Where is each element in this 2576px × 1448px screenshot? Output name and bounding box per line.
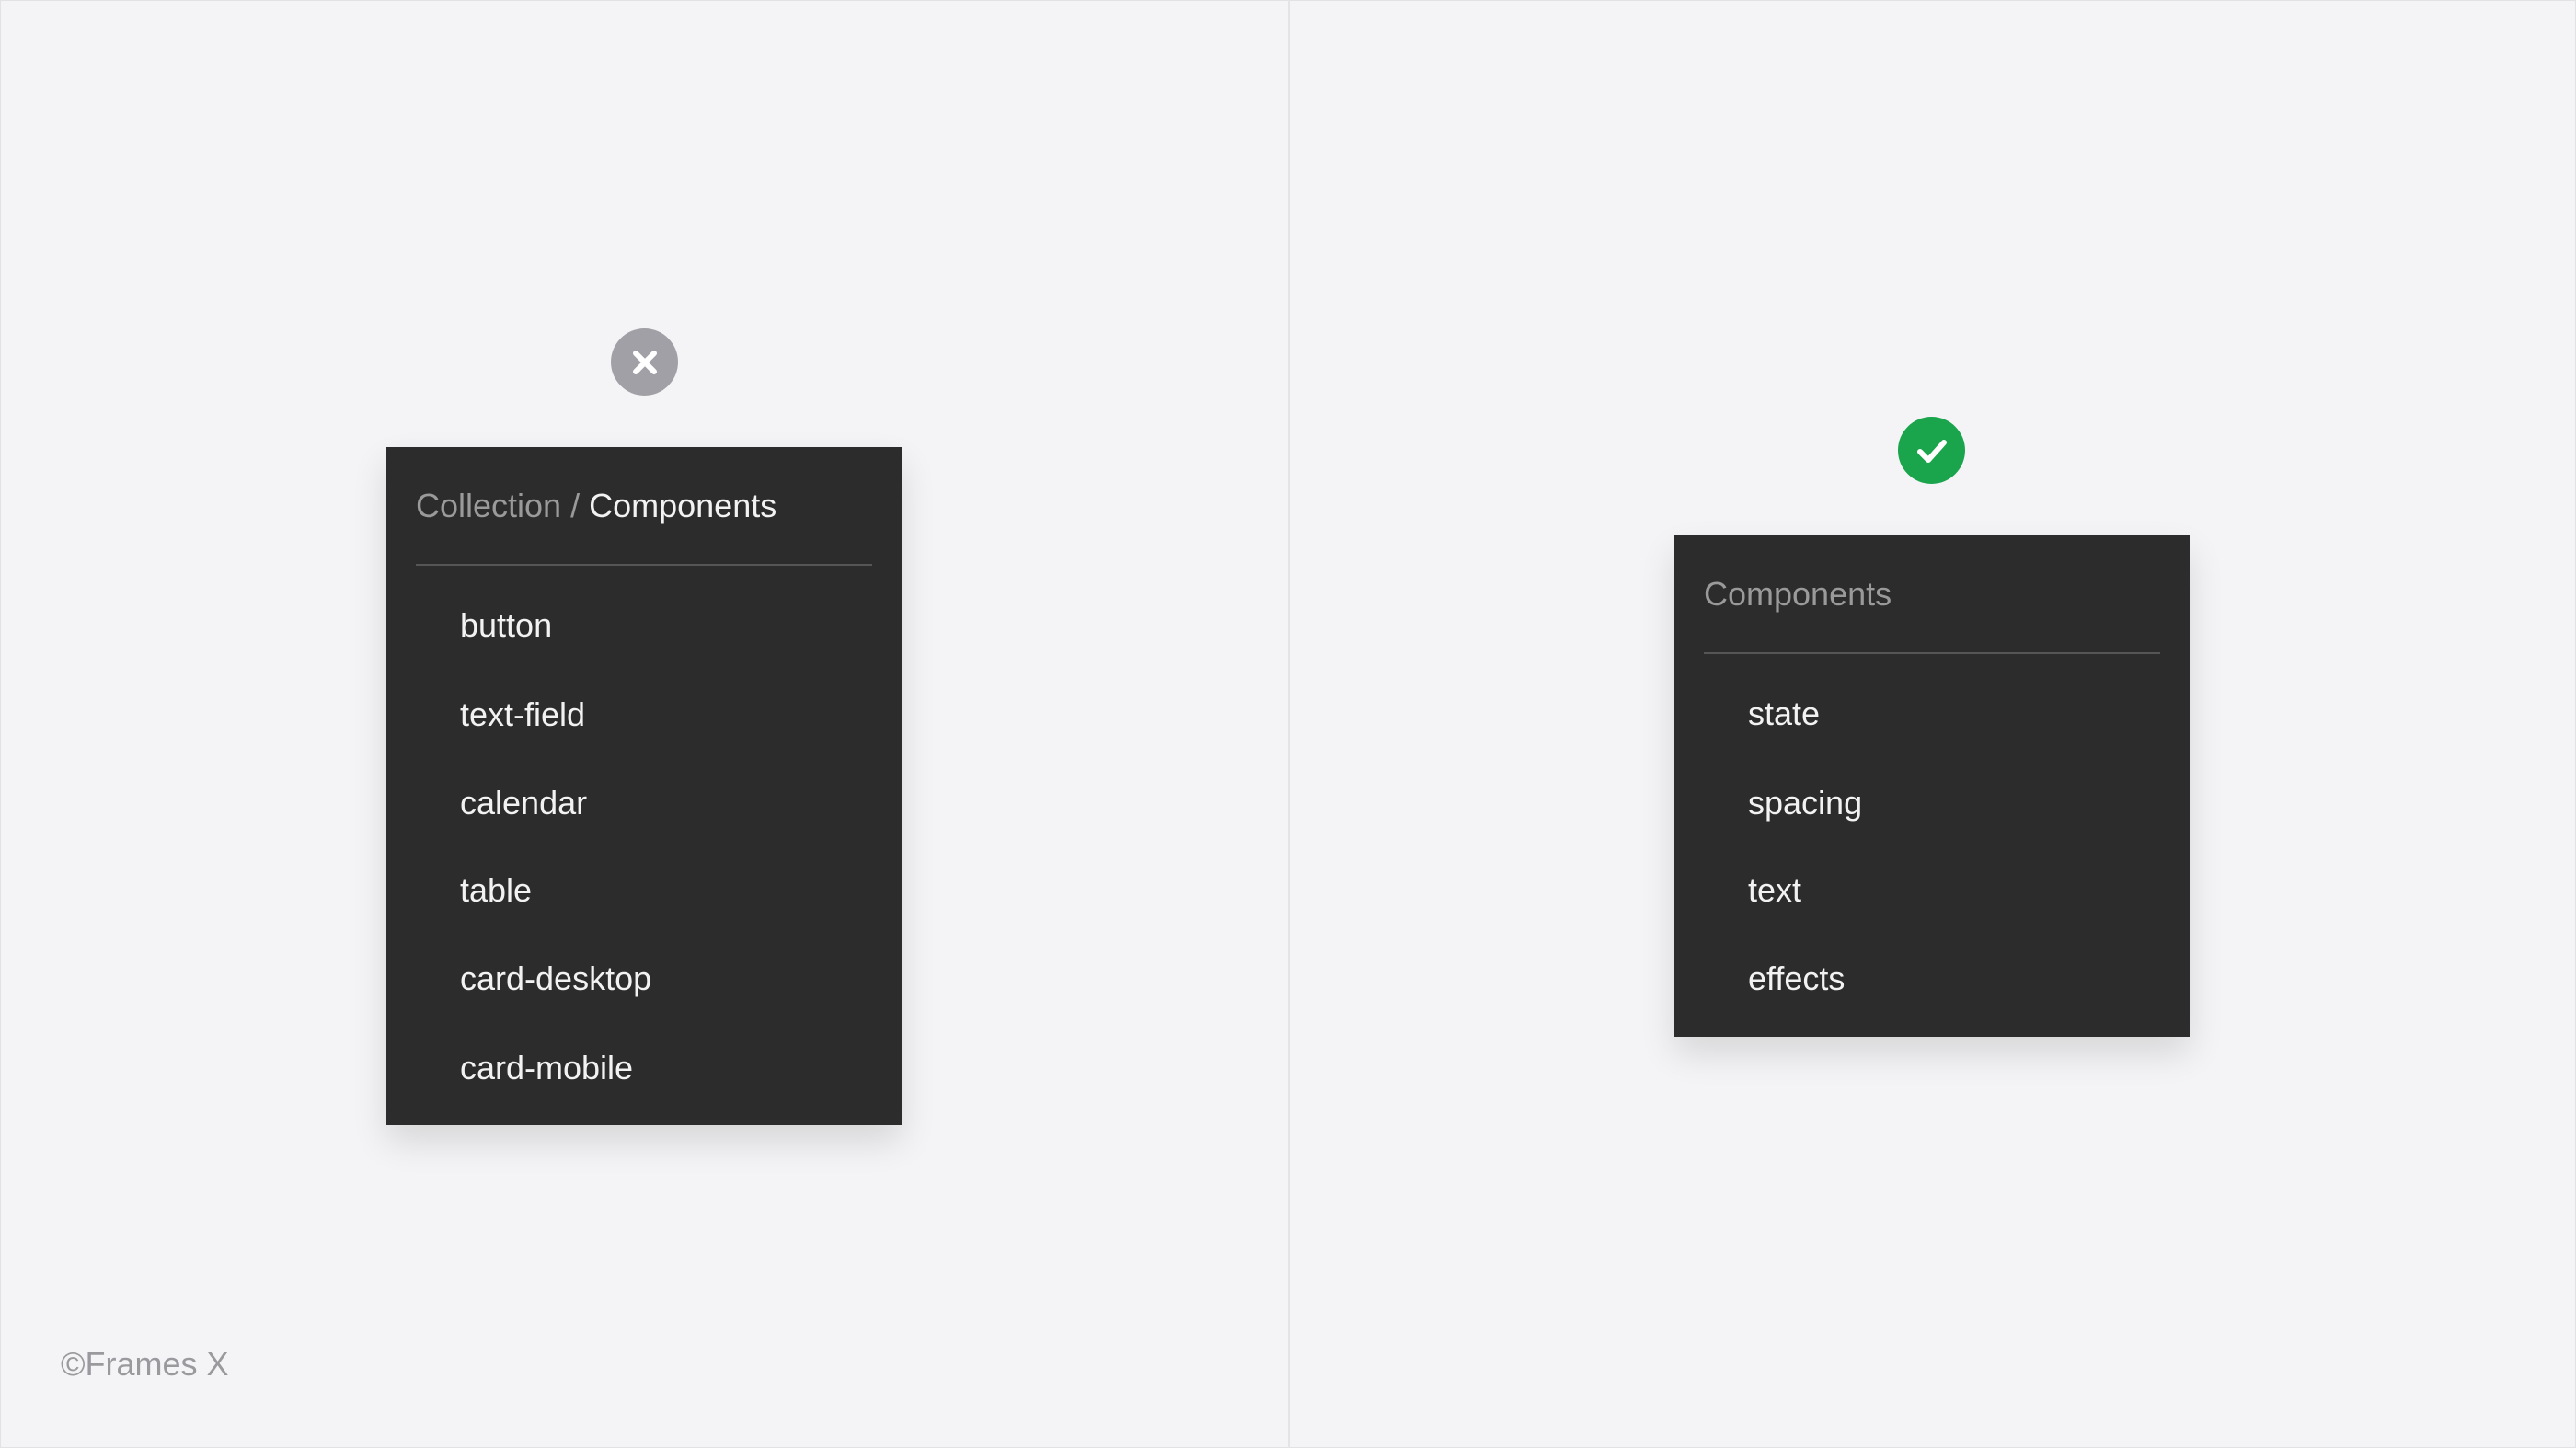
menu-item[interactable]: button <box>460 607 552 644</box>
menu-item[interactable]: calendar <box>460 785 587 822</box>
check-circle-icon <box>1898 417 1965 484</box>
menu-item[interactable]: card-mobile <box>460 1050 633 1086</box>
menu-header-breadcrumb: Collection / Components <box>416 488 776 524</box>
menu-item[interactable]: text-field <box>460 696 585 733</box>
breadcrumb-parent[interactable]: Collection <box>416 487 561 524</box>
breadcrumb-separator: / <box>561 487 590 524</box>
header-divider <box>1704 652 2160 654</box>
menu-item[interactable]: card-desktop <box>460 960 651 997</box>
dont-menu-panel: Collection / Components button text-fiel… <box>386 447 902 1125</box>
menu-item[interactable]: table <box>460 872 532 909</box>
x-circle-icon <box>611 328 678 396</box>
do-menu-panel: Components state spacing text effects <box>1674 535 2190 1037</box>
column-divider <box>1288 0 1290 1448</box>
menu-item[interactable]: text <box>1748 872 1801 909</box>
breadcrumb-current: Components <box>589 487 777 524</box>
copyright-label: ©Frames X <box>61 1345 229 1383</box>
menu-header: Components <box>1704 575 1892 613</box>
header-divider <box>416 564 872 566</box>
menu-item[interactable]: spacing <box>1748 785 1862 822</box>
menu-item[interactable]: effects <box>1748 960 1845 997</box>
menu-item[interactable]: state <box>1748 695 1820 732</box>
